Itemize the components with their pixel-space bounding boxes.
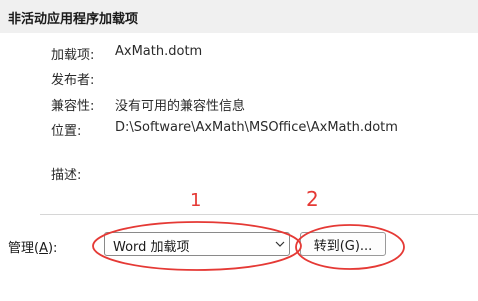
addin-details-panel: 非活动应用程序加载项 加载项: AxMath.dotm 发布者: 兼容性: 没有… <box>0 0 478 301</box>
manage-label-suffix: ): <box>47 241 58 256</box>
location-value: D:\Software\AxMath\MSOffice\AxMath.dotm <box>115 120 398 135</box>
description-label: 描述: <box>51 168 82 183</box>
annotation-mark-1: 1 <box>190 190 201 211</box>
addin-value: AxMath.dotm <box>115 44 203 59</box>
manage-dropdown[interactable]: Word 加载项 <box>104 232 290 256</box>
section-title: 非活动应用程序加载项 <box>8 12 139 27</box>
annotation-mark-2: 2 <box>306 187 319 211</box>
divider <box>40 214 478 215</box>
chevron-down-icon[interactable] <box>272 236 288 252</box>
compatibility-value: 没有可用的兼容性信息 <box>115 99 246 114</box>
manage-label: 管理(A): <box>8 237 57 256</box>
location-label: 位置: <box>51 124 82 139</box>
section-header: 非活动应用程序加载项 <box>0 0 478 33</box>
manage-label-accel: A <box>39 241 48 256</box>
addin-label: 加载项: <box>51 48 95 63</box>
go-button[interactable]: 转到(G)... <box>300 232 386 256</box>
manage-dropdown-value: Word 加载项 <box>113 240 190 255</box>
compatibility-label: 兼容性: <box>51 99 95 114</box>
manage-label-prefix: 管理( <box>8 241 40 256</box>
publisher-label: 发布者: <box>51 73 95 88</box>
